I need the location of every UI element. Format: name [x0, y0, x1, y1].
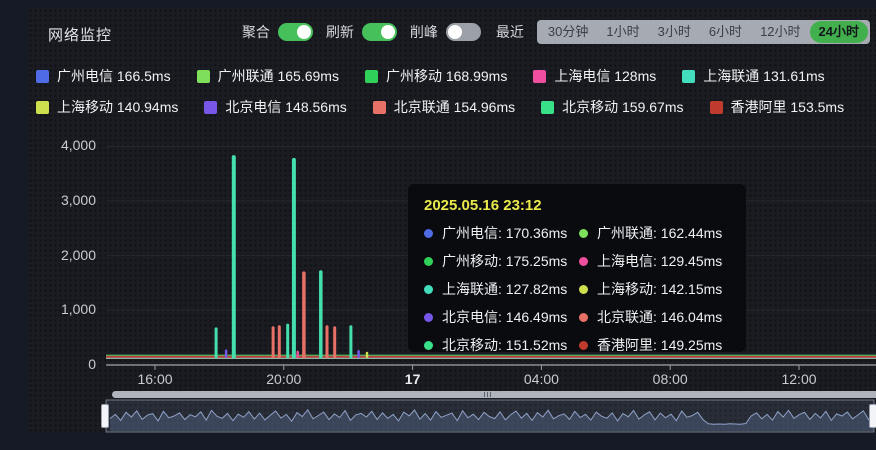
tooltip-timestamp: 2025.05.16 23:12 — [424, 197, 730, 214]
series-dot — [579, 257, 588, 266]
x-tick-label: 17 — [405, 371, 421, 387]
tooltip-value: 北京电信: 146.49ms — [442, 307, 567, 327]
tooltip-value: 北京移动: 151.52ms — [442, 335, 567, 355]
y-tick-label: 1,000 — [36, 301, 96, 317]
tooltip-value: 广州电信: 170.36ms — [442, 223, 567, 243]
tooltip-value: 香港阿里: 149.25ms — [597, 335, 722, 355]
y-tick-label: 2,000 — [36, 247, 96, 263]
series-dot — [424, 285, 433, 294]
y-tick-label: 3,000 — [36, 192, 96, 208]
tooltip-series-grid: 广州电信: 170.36ms 广州联通: 162.44ms 广州移动: 175.25… — [424, 223, 730, 355]
tooltip-value: 北京联通: 146.04ms — [597, 307, 722, 327]
x-tick-label: 04:00 — [524, 371, 559, 387]
x-tick-label: 20:00 — [266, 371, 301, 387]
tooltip-row-4: 上海联通: 127.82ms — [424, 279, 575, 299]
x-tick-label: 16:00 — [137, 371, 172, 387]
x-tick-label: 12:00 — [781, 371, 816, 387]
series-dot — [424, 341, 433, 350]
scrollbar-grip-icon — [484, 392, 491, 397]
x-tick-label: 08:00 — [653, 371, 688, 387]
navigator-scrollbar[interactable] — [112, 391, 876, 398]
series-dot — [424, 229, 433, 238]
tooltip-row-7: 北京联通: 146.04ms — [579, 307, 730, 327]
tooltip-row-6: 北京电信: 146.49ms — [424, 307, 575, 327]
series-dot — [579, 341, 588, 350]
tooltip-value: 上海电信: 129.45ms — [597, 251, 722, 271]
navigator-right-handle[interactable] — [869, 404, 876, 428]
series-dot — [424, 313, 433, 322]
tooltip-value: 广州移动: 175.25ms — [442, 251, 567, 271]
chart-tooltip: 2025.05.16 23:12 广州电信: 170.36ms 广州联通: 162… — [408, 184, 746, 352]
tooltip-value: 广州联通: 162.44ms — [597, 223, 722, 243]
series-dot — [579, 313, 588, 322]
tooltip-row-3: 上海电信: 129.45ms — [579, 251, 730, 271]
network-monitor-card: 网络监控 聚合刷新削峰 最近 30分钟1小时3小时6小时12小时24小时 广州电… — [28, 8, 876, 432]
tooltip-value: 上海联通: 127.82ms — [442, 279, 567, 299]
tooltip-row-8: 北京移动: 151.52ms — [424, 335, 575, 355]
series-dot — [579, 285, 588, 294]
series-dot — [424, 257, 433, 266]
tooltip-row-5: 上海移动: 142.15ms — [579, 279, 730, 299]
tooltip-row-9: 香港阿里: 149.25ms — [579, 335, 730, 355]
y-tick-label: 4,000 — [36, 137, 96, 153]
tooltip-row-2: 广州移动: 175.25ms — [424, 251, 575, 271]
series-dot — [579, 229, 588, 238]
y-tick-label: 0 — [36, 356, 96, 372]
tooltip-value: 上海移动: 142.15ms — [597, 279, 722, 299]
navigator-left-handle[interactable] — [101, 404, 109, 428]
tooltip-row-1: 广州联通: 162.44ms — [579, 223, 730, 243]
tooltip-row-0: 广州电信: 170.36ms — [424, 223, 575, 243]
